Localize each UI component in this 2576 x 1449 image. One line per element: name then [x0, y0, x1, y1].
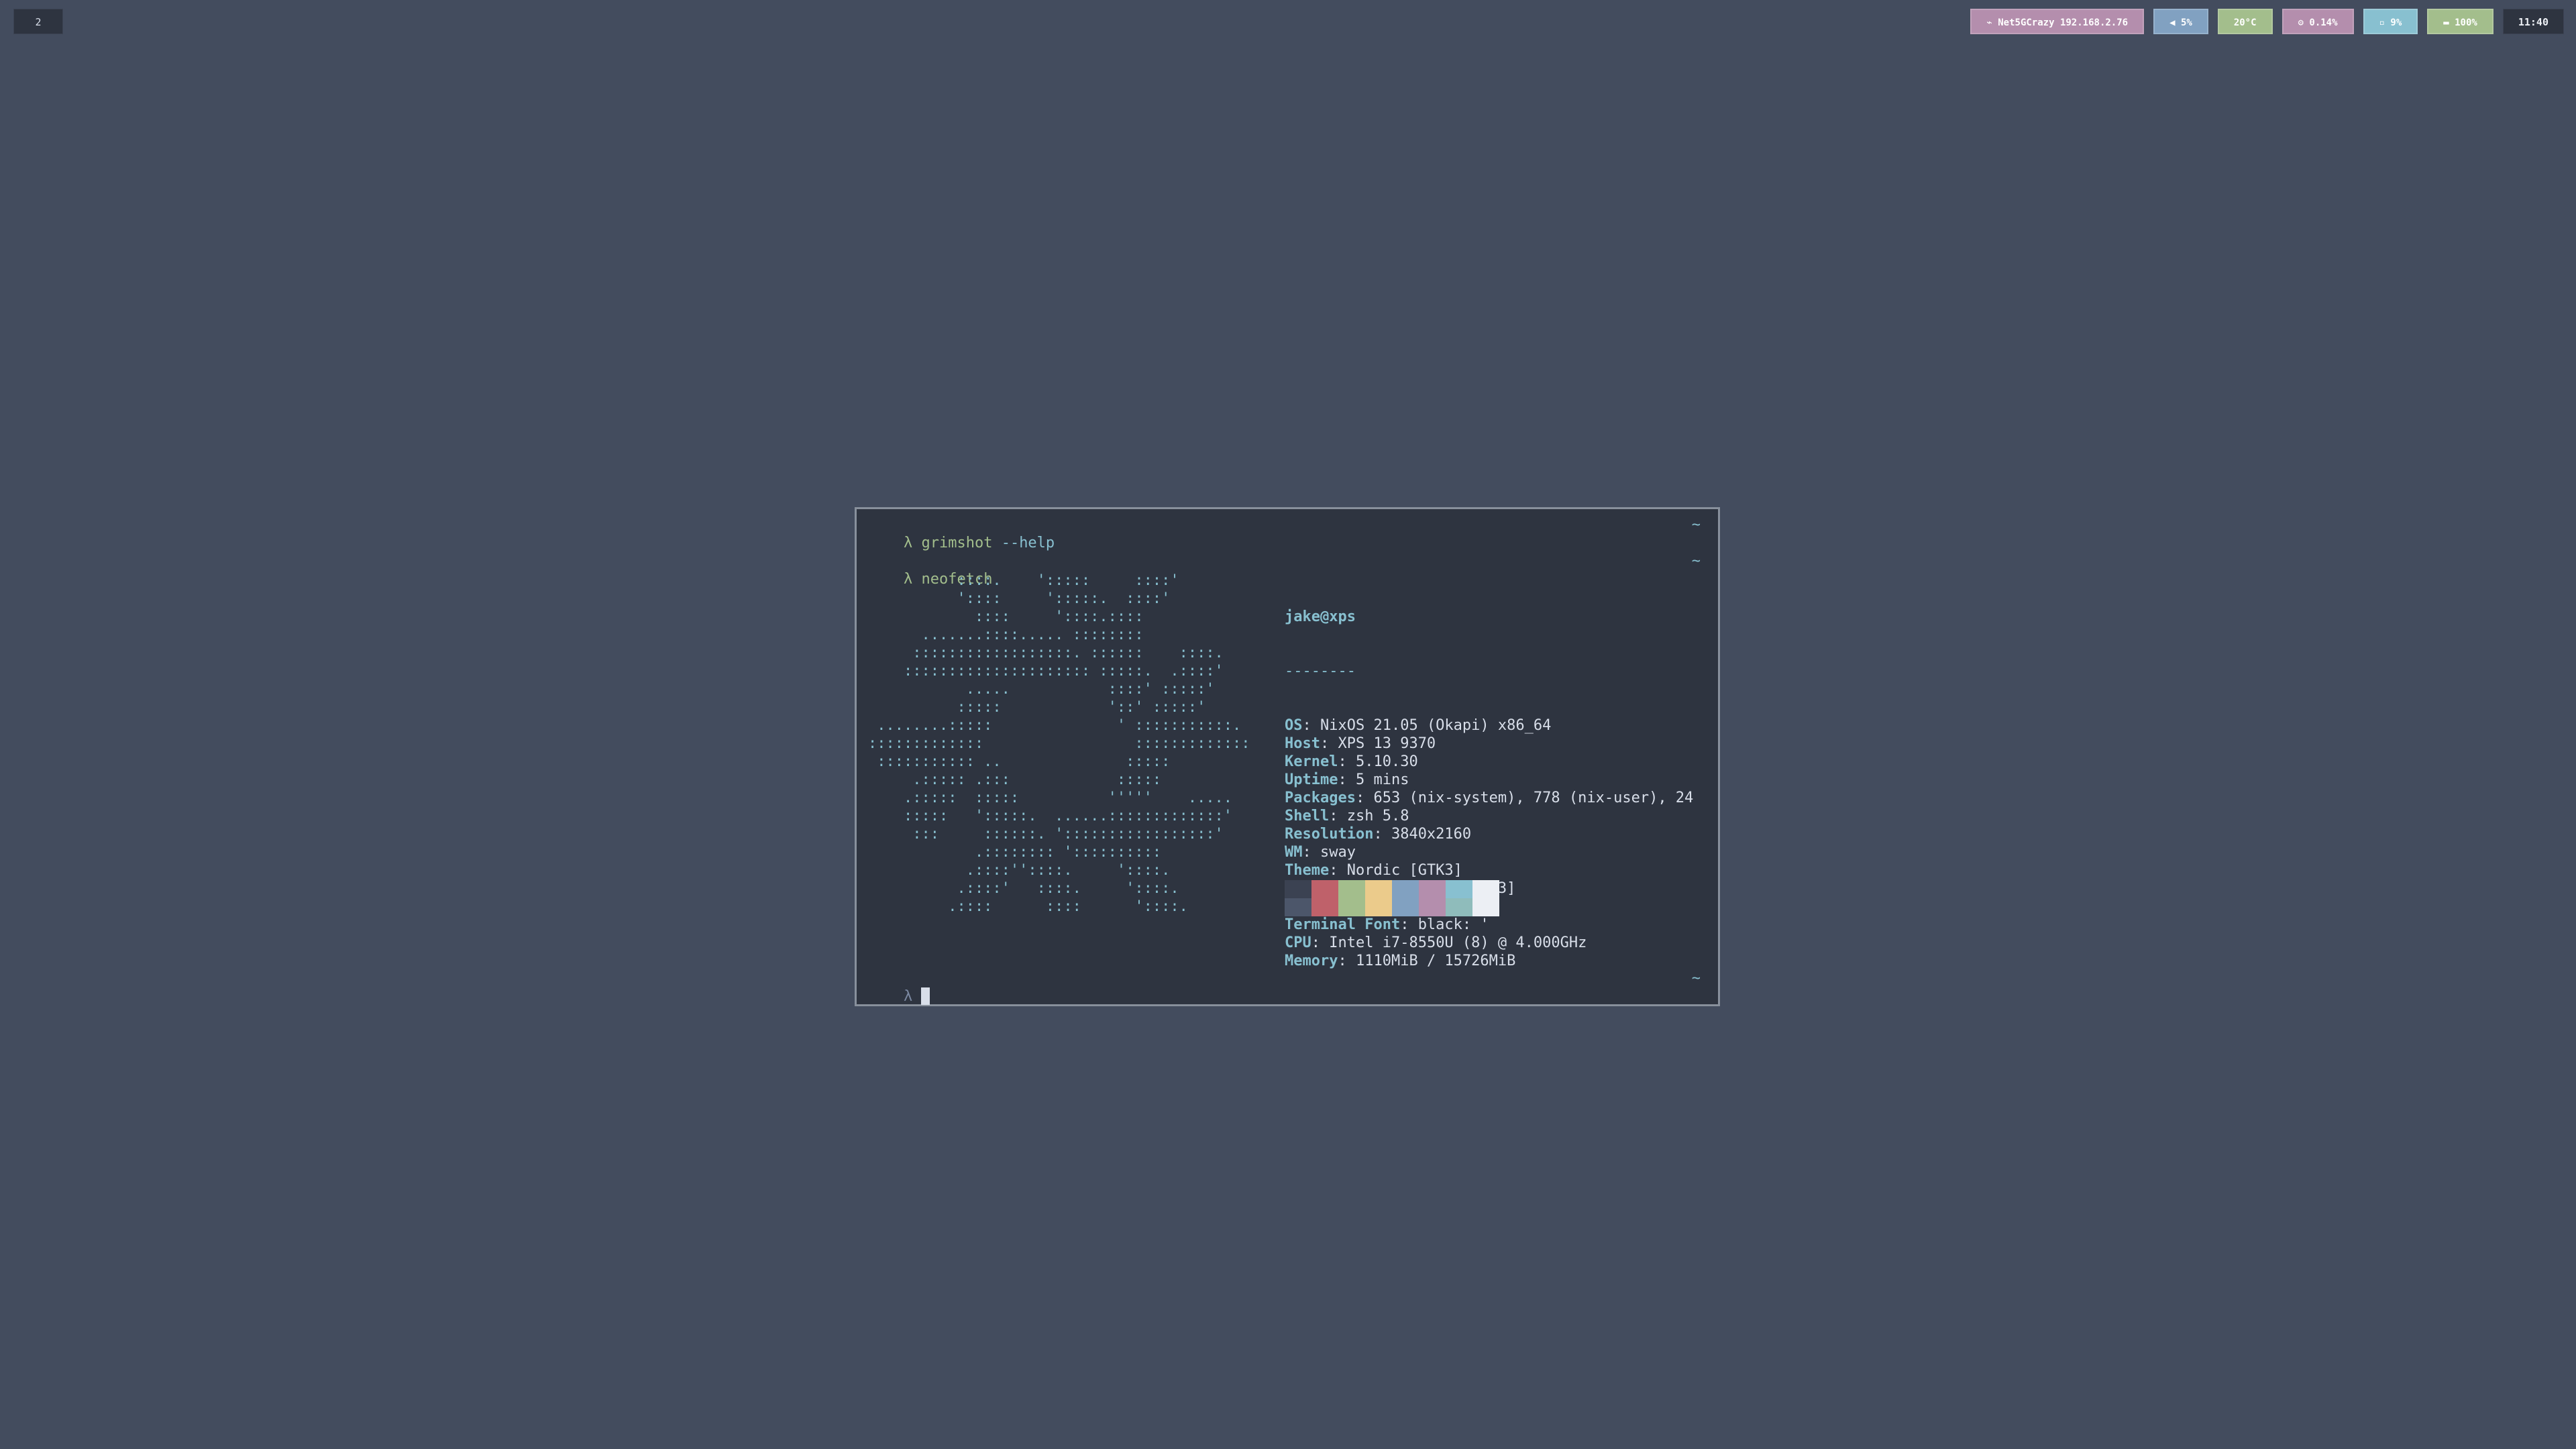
ascii-art-line: .::::' ::::. '::::.	[868, 880, 1179, 897]
info-key: Terminal Font	[1285, 916, 1401, 933]
info-row: Theme: Nordic [GTK3]	[1285, 862, 1462, 879]
ascii-art-line: .::::: ::::: ''''' .....	[868, 790, 1233, 806]
status-network[interactable]: ⌁ Net5GCrazy 192.168.2.76	[1970, 9, 2145, 34]
ascii-art-line: ::::::::::::::::::. :::::: ::::.	[868, 645, 1224, 661]
command-name: grimshot	[921, 535, 993, 551]
prompt-line-3[interactable]: λ ~	[868, 969, 1701, 1005]
color-swatch	[1472, 880, 1499, 916]
status-cpu[interactable]: ⚙ 0.14%	[2282, 9, 2354, 34]
info-value: sway	[1320, 844, 1356, 861]
info-value: zsh 5.8	[1346, 808, 1409, 824]
color-swatch	[1338, 880, 1365, 916]
info-key: Theme	[1285, 862, 1330, 879]
top-bar: 2 ⌁ Net5GCrazy 192.168.2.76 ◀ 5% 20°C ⚙ 0.1…	[0, 0, 2576, 43]
info-row: Host: XPS 13 9370	[1285, 735, 1436, 752]
ascii-art-line: ::::. '::::: ::::'	[868, 572, 1179, 589]
cwd-indicator: ~	[1691, 553, 1701, 570]
info-value: NixOS 21.05 (Okapi) x86_64	[1320, 717, 1552, 734]
info-key: WM	[1285, 844, 1303, 861]
info-key: Uptime	[1285, 771, 1338, 788]
separator: --------	[1285, 663, 1356, 680]
prompt-symbol: λ	[903, 988, 913, 1005]
text-cursor	[921, 987, 930, 1005]
ascii-art-line: .:::::::: '::::::::::	[868, 844, 1162, 861]
info-row: Uptime: 5 mins	[1285, 771, 1409, 788]
info-value: black: '	[1417, 916, 1489, 933]
color-swatch	[1365, 880, 1392, 916]
info-row: Kernel: 5.10.30	[1285, 753, 1418, 770]
ascii-art-line: ::::::::::::: :::::::::::::	[868, 735, 1250, 752]
ascii-art-line: ::::: ':::::. ......:::::::::::::'	[868, 808, 1233, 824]
info-value: XPS 13 9370	[1338, 735, 1436, 752]
info-row: OS: NixOS 21.05 (Okapi) x86_64	[1285, 717, 1552, 734]
ascii-art-line: ::::: '::' :::::'	[868, 699, 1206, 716]
workspace-button[interactable]: 2	[13, 9, 63, 34]
color-palette	[1285, 880, 1499, 916]
ascii-art-line: .:::: :::: '::::.	[868, 898, 1188, 915]
status-area: ⌁ Net5GCrazy 192.168.2.76 ◀ 5% 20°C ⚙ 0.14%…	[1970, 9, 2564, 34]
status-clock[interactable]: 11:40	[2502, 9, 2564, 34]
ascii-art-line: .::::: .::: :::::	[868, 771, 1162, 788]
info-value: Nordic [GTK3]	[1346, 862, 1462, 879]
ascii-art-line: .......::::..... ::::::::	[868, 627, 1144, 643]
info-row: Memory: 1110MiB / 15726MiB	[1285, 953, 1516, 969]
ascii-art-line: ..... ::::' :::::'	[868, 681, 1215, 698]
color-swatch	[1392, 880, 1419, 916]
color-swatch	[1285, 880, 1311, 916]
info-key: OS	[1285, 717, 1303, 734]
user-host: jake@xps	[1285, 608, 1356, 625]
info-key: Shell	[1285, 808, 1330, 824]
info-key: Resolution	[1285, 826, 1374, 843]
prompt-line-1: λ grimshot --help ~	[868, 516, 1701, 551]
cwd-indicator: ~	[1691, 517, 1701, 533]
ascii-art-line: ........::::: ' :::::::::::.	[868, 717, 1242, 734]
terminal-window[interactable]: λ grimshot --help ~ λ neofetch ~ ::::. '…	[855, 507, 1720, 1006]
info-key: CPU	[1285, 934, 1311, 951]
info-value: 5 mins	[1355, 771, 1409, 788]
nixos-ascii-logo: ::::. '::::: ::::' ':::: ':::::. ::::' :…	[868, 572, 1250, 916]
ascii-art-line: ::: ::::::. ':::::::::::::::::'	[868, 826, 1224, 843]
info-row: Resolution: 3840x2160	[1285, 826, 1472, 843]
info-value: Intel i7-8550U (8) @ 4.000GHz	[1329, 934, 1587, 951]
ascii-art-line: ::::::::::::::::::::: :::::. .::::'	[868, 663, 1224, 680]
info-row: WM: sway	[1285, 844, 1356, 861]
info-row: CPU: Intel i7-8550U (8) @ 4.000GHz	[1285, 934, 1587, 951]
ascii-art-line: ::::::::::: .. :::::	[868, 753, 1171, 770]
ascii-art-line: .::::''::::. '::::.	[868, 862, 1171, 879]
info-key: Host	[1285, 735, 1320, 752]
ascii-art-line: ':::: ':::::. ::::'	[868, 590, 1171, 607]
prompt-symbol: λ	[903, 535, 913, 551]
command-args: --help	[992, 535, 1055, 551]
info-value: 3840x2160	[1391, 826, 1472, 843]
info-row: Packages: 653 (nix-system), 778 (nix-use…	[1285, 790, 1694, 806]
info-value: 653 (nix-system), 778 (nix-user), 24	[1373, 790, 1694, 806]
info-key: Memory	[1285, 953, 1338, 969]
prompt-line-2: λ neofetch ~	[868, 552, 1701, 588]
info-value: 5.10.30	[1355, 753, 1418, 770]
ascii-art-line: :::: '::::.::::	[868, 608, 1144, 625]
status-memory[interactable]: ▫ 9%	[2363, 9, 2418, 34]
info-key: Kernel	[1285, 753, 1338, 770]
color-swatch	[1419, 880, 1446, 916]
info-row: Shell: zsh 5.8	[1285, 808, 1409, 824]
info-row: Terminal Font: black: '	[1285, 916, 1489, 933]
status-volume[interactable]: ◀ 5%	[2153, 9, 2208, 34]
info-key: Packages	[1285, 790, 1356, 806]
status-temperature[interactable]: 20°C	[2217, 9, 2273, 34]
info-value: 1110MiB / 15726MiB	[1355, 953, 1516, 969]
cwd-indicator: ~	[1691, 970, 1701, 987]
status-battery[interactable]: ▬ 100%	[2427, 9, 2493, 34]
color-swatch	[1311, 880, 1338, 916]
color-swatch	[1446, 880, 1472, 916]
